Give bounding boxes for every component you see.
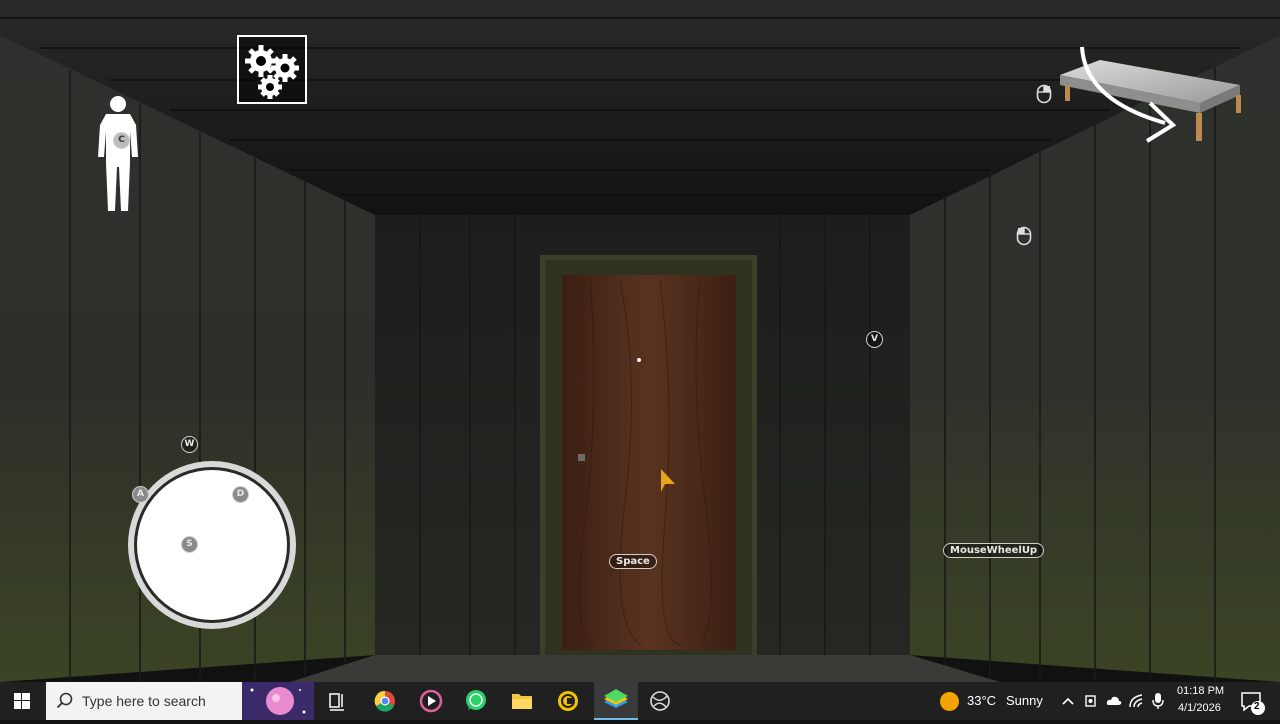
crouch-key-badge: C (113, 132, 130, 149)
crouch-button[interactable] (94, 95, 142, 213)
weather-temperature: 33°C (967, 693, 997, 708)
globe-icon (650, 691, 670, 711)
door (562, 275, 736, 650)
movement-joystick[interactable] (124, 457, 300, 633)
taskbar-search-input[interactable]: Type here to search (46, 682, 314, 720)
sun-weather-icon (940, 692, 959, 711)
move-down-key: S (181, 536, 198, 553)
door-lock (578, 454, 585, 461)
bluestacks-icon (604, 689, 628, 708)
view-key-badge: V (866, 331, 883, 348)
search-placeholder: Type here to search (82, 693, 206, 709)
mouse-icon (1016, 226, 1032, 246)
play-icon (419, 689, 443, 713)
game-viewport[interactable]: C V Space MouseWheelUp W A D S (0, 0, 1280, 682)
jump-key-badge: Space (609, 554, 657, 569)
chrome-taskbar-button[interactable] (368, 682, 402, 720)
clock-time[interactable]: 01:18 PM (1177, 685, 1224, 697)
app-circle-icon (558, 691, 578, 711)
meet-now-icon[interactable] (1083, 693, 1099, 709)
clock-date[interactable]: 4/1/2026 (1178, 702, 1221, 714)
file-explorer-taskbar-button[interactable] (505, 682, 539, 720)
wifi-icon[interactable] (1128, 693, 1146, 709)
windows-logo-icon (14, 693, 30, 709)
whatsapp-icon (466, 690, 486, 710)
chevron-up-icon[interactable] (1060, 694, 1076, 708)
notification-count-badge: 2 (1254, 701, 1260, 712)
app-taskbar-button[interactable] (551, 682, 585, 720)
scroll-key-badge: MouseWheelUp (943, 543, 1045, 558)
gears-icon (245, 45, 299, 99)
bluestacks-taskbar-button[interactable] (594, 682, 638, 720)
media-player-taskbar-button[interactable] (414, 682, 448, 720)
hide-under-bed-button[interactable] (1055, 45, 1245, 145)
chrome-icon (374, 690, 395, 712)
task-view-icon (329, 693, 344, 711)
folder-icon (512, 694, 532, 709)
joystick-ring (128, 461, 296, 629)
notification-icon (1241, 692, 1265, 715)
crosshair-dot (637, 358, 641, 362)
search-highlight-image (242, 682, 314, 720)
taskbar: Type here to search 33°C Sunny 01:18 PM … (0, 682, 1280, 720)
task-view-button[interactable] (322, 682, 352, 720)
start-button[interactable] (0, 682, 44, 720)
search-icon (56, 692, 73, 709)
microphone-icon[interactable] (1151, 692, 1165, 710)
standing-person-icon (98, 96, 138, 211)
whatsapp-taskbar-button[interactable] (459, 682, 493, 720)
settings-gear-button[interactable] (237, 35, 307, 104)
game-taskbar-button[interactable] (643, 682, 677, 720)
bed-icon (1060, 46, 1241, 143)
weather-description: Sunny (1006, 693, 1043, 708)
mouse-icon (1036, 84, 1052, 104)
move-right-key: D (232, 486, 249, 503)
move-left-key: A (132, 486, 149, 503)
move-up-key: W (181, 436, 198, 453)
notifications-button[interactable]: 2 (1232, 682, 1270, 720)
onedrive-cloud-icon[interactable] (1105, 693, 1123, 709)
